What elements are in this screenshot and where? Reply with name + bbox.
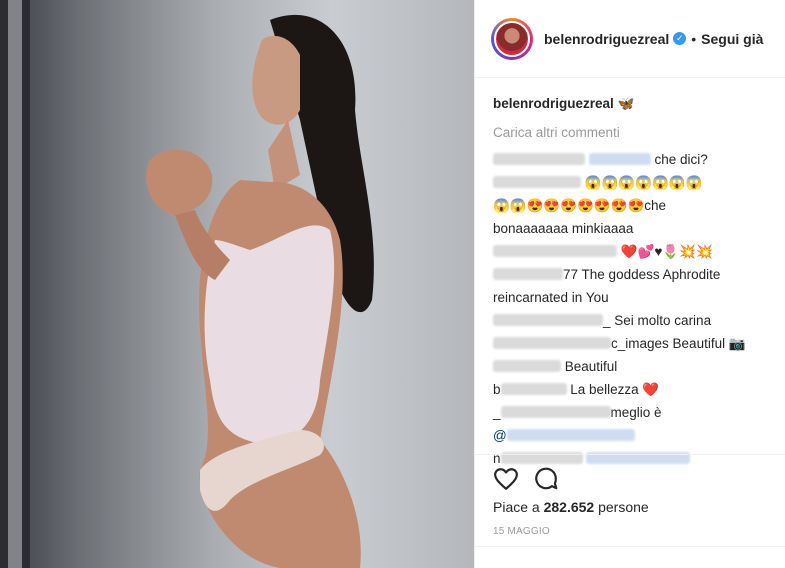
comment-continuation: 😱😱😍😍😍😍😍😍😍che: [493, 198, 667, 213]
post-header: belenrodriguezreal ✓ • Segui già: [475, 0, 785, 78]
blurred-username[interactable]: [493, 314, 603, 326]
comment-item: 77 The goddess Aphrodite: [493, 263, 767, 286]
comment-text: Beautiful: [564, 359, 618, 374]
comment-item: che dici?: [493, 148, 767, 171]
username-link[interactable]: belenrodriguezreal: [544, 31, 669, 47]
likes-prefix: Piace a: [493, 499, 544, 515]
blurred-mention[interactable]: [588, 153, 651, 165]
heart-outline-icon[interactable]: [493, 466, 519, 492]
blurred-username[interactable]: [493, 337, 611, 349]
comment-text: Beautiful 📷: [672, 336, 746, 351]
blurred-username[interactable]: [500, 406, 611, 418]
avatar-image: [494, 20, 530, 57]
likes-number: 282.652: [543, 499, 595, 515]
caption-text: 🦋: [617, 96, 635, 111]
comment-text: che dici?: [654, 152, 708, 167]
comment-continuation: @: [493, 424, 767, 447]
comment-item: Beautiful: [493, 355, 767, 378]
comment-text: 😱😱😱😱😱😱😱: [584, 175, 703, 190]
comment-item: c_images Beautiful 📷: [493, 332, 767, 355]
post-actions: [493, 466, 559, 492]
mention-prefix[interactable]: @: [493, 428, 507, 443]
blurred-username[interactable]: [500, 383, 567, 395]
verified-badge-icon: ✓: [673, 32, 687, 45]
blurred-mention[interactable]: [506, 429, 635, 441]
blurred-username[interactable]: [493, 245, 617, 257]
photo-illustration: [0, 0, 374, 568]
caption-username[interactable]: belenrodriguezreal: [493, 96, 614, 111]
comment-continuation: reincarnated in You: [493, 290, 609, 305]
comment-item: ❤️💕♥🌷💥💥: [493, 240, 767, 263]
comment-item: _ meglio è: [493, 401, 767, 424]
load-more-comments-link[interactable]: Carica altri commenti: [493, 121, 767, 144]
username-prefix[interactable]: b: [493, 382, 501, 397]
post-photo[interactable]: [0, 0, 474, 568]
comment-item: _ Sei molto carina: [493, 309, 767, 332]
separator-dot: •: [691, 30, 697, 47]
avatar[interactable]: [491, 17, 533, 60]
comment-text: ❤️💕♥🌷💥💥: [620, 244, 713, 259]
blurred-username[interactable]: [493, 268, 563, 280]
username-suffix[interactable]: 77: [563, 267, 578, 282]
post-date[interactable]: 15 MAGGIO: [493, 526, 550, 537]
comment-text: Sei molto carina: [614, 313, 712, 328]
comment-text: La bellezza ❤️: [570, 382, 660, 397]
blurred-username[interactable]: [493, 360, 561, 372]
caption: belenrodriguezreal 🦋: [493, 92, 767, 115]
username-suffix[interactable]: c_images: [611, 336, 669, 351]
blurred-username[interactable]: [493, 153, 585, 165]
comment-bubble-icon[interactable]: [533, 466, 559, 492]
post-side-panel: belenrodriguezreal ✓ • Segui già belenro…: [474, 0, 785, 568]
follow-button[interactable]: Segui già: [701, 31, 763, 47]
comment-item: b La bellezza ❤️: [493, 378, 767, 401]
likes-suffix: persone: [594, 499, 649, 515]
likes-count[interactable]: Piace a 282.652 persone: [493, 499, 649, 515]
divider: [475, 546, 785, 547]
comment-text: meglio è: [610, 405, 662, 420]
comment-item: 😱😱😱😱😱😱😱: [493, 171, 767, 194]
comment-text: The goddess Aphrodite: [581, 267, 721, 282]
username-prefix[interactable]: _: [493, 405, 501, 420]
comment-continuation: bonaaaaaaa minkiaaaa: [493, 221, 634, 236]
comments-list: belenrodriguezreal 🦋 Carica altri commen…: [475, 78, 785, 470]
blurred-username[interactable]: [493, 176, 581, 188]
divider: [475, 454, 785, 455]
username-suffix[interactable]: _: [603, 313, 611, 328]
